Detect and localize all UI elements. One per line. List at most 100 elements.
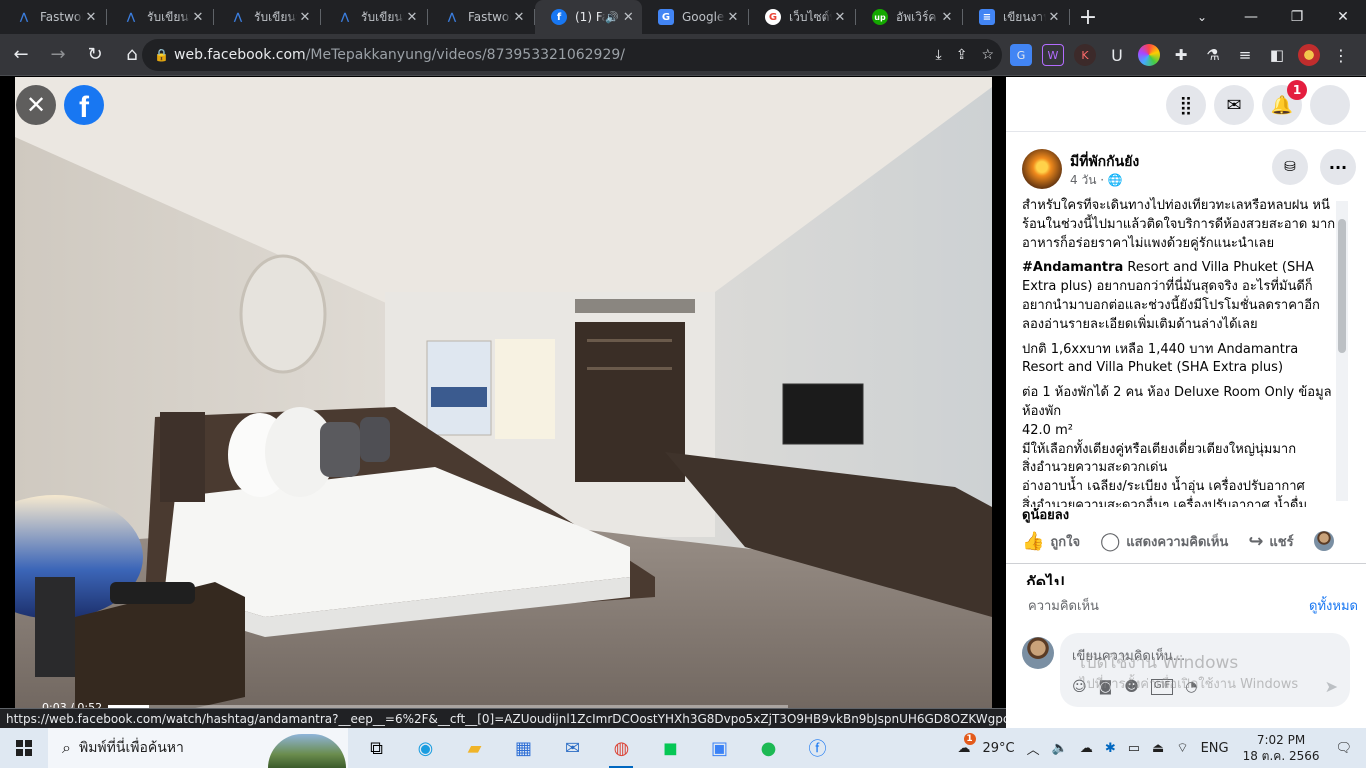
tab-google-translate[interactable]: G Google แปลภาษา ✕: [642, 0, 749, 34]
post-scrollbar[interactable]: [1336, 201, 1348, 501]
onedrive-icon[interactable]: ☁: [1080, 741, 1093, 756]
address-bar[interactable]: 🔒 web.facebook.com/MeTepakkanyung/videos…: [142, 39, 1002, 71]
see-less-link[interactable]: ดูน้อยลง: [1022, 504, 1069, 525]
tab-search-chevron-icon[interactable]: ⌄: [1186, 0, 1218, 34]
color-picker-icon[interactable]: [1138, 44, 1160, 66]
line-icon[interactable]: ◼: [646, 728, 695, 768]
lock-icon[interactable]: 🔒: [154, 48, 174, 62]
tab-google[interactable]: G เว็บไซต์ที่ดี ✕: [749, 0, 856, 34]
volume-icon[interactable]: 🔈: [1052, 741, 1068, 756]
close-tab-icon[interactable]: ✕: [1046, 10, 1062, 25]
new-tab-button[interactable]: +: [1070, 0, 1106, 34]
language-indicator[interactable]: ENG: [1201, 741, 1229, 756]
close-window-icon[interactable]: ✕: [1320, 0, 1366, 34]
forward-arrow-icon[interactable]: →: [42, 39, 74, 71]
reload-icon[interactable]: ↻: [79, 39, 111, 71]
avatar-sticker-icon[interactable]: ☺: [1072, 679, 1087, 695]
file-explorer-icon[interactable]: ▰: [450, 728, 499, 768]
install-app-icon[interactable]: ⤓: [936, 47, 942, 63]
menu-grid-icon[interactable]: ⣿: [1166, 85, 1206, 125]
share-as-avatar[interactable]: [1313, 531, 1334, 551]
profile-avatar-icon[interactable]: [1298, 44, 1320, 66]
close-tab-icon[interactable]: ✕: [83, 10, 99, 25]
post-paragraph: มีให้เลือกทั้งเตียงคู่หรือเตียงเดี่ยวเตี…: [1022, 441, 1297, 457]
battery-icon[interactable]: ▭: [1128, 741, 1140, 756]
restore-icon[interactable]: ❐: [1274, 0, 1320, 34]
comment-button[interactable]: ◯ แสดงความคิดเห็น: [1100, 531, 1228, 552]
media-control-icon[interactable]: ≡: [1234, 44, 1256, 66]
close-tab-icon[interactable]: ✕: [404, 10, 420, 25]
scrollbar-thumb[interactable]: [1338, 219, 1346, 353]
more-options-button[interactable]: ···: [1320, 149, 1356, 185]
side-panel-icon[interactable]: ◧: [1266, 44, 1288, 66]
start-button[interactable]: [0, 728, 48, 768]
screen-recorder-icon[interactable]: ▣: [695, 728, 744, 768]
taskbar-search-box[interactable]: ⌕ พิมพ์ที่นี่เพื่อค้นหา: [48, 728, 348, 768]
bookmark-star-icon[interactable]: ☆: [981, 47, 994, 63]
extension-u-icon[interactable]: U: [1106, 44, 1128, 66]
bluetooth-icon[interactable]: ✱: [1105, 741, 1116, 756]
task-view-icon[interactable]: ⧉: [352, 728, 401, 768]
mail-icon[interactable]: ✉: [548, 728, 597, 768]
tab-upwork[interactable]: up อัพเวิร์ค ✕: [856, 0, 963, 34]
extension-purple-icon[interactable]: W: [1042, 44, 1064, 66]
tab-writer-3[interactable]: ⋀ รับเขียนบทความ ✕: [321, 0, 428, 34]
temperature[interactable]: 29°C: [983, 741, 1015, 756]
extensions-puzzle-icon[interactable]: ✚: [1170, 44, 1192, 66]
tab-facebook[interactable]: f (1) Facebook 🔊 ✕: [535, 0, 642, 34]
minimize-icon[interactable]: —: [1228, 0, 1274, 34]
hashtag-link[interactable]: #Andamantra: [1022, 260, 1123, 275]
edge-icon[interactable]: ◉: [401, 728, 450, 768]
close-video-button[interactable]: ✕: [16, 85, 56, 125]
page-avatar[interactable]: [1022, 149, 1062, 189]
share-button[interactable]: ↪ แชร์: [1248, 531, 1293, 552]
facebook-app-icon[interactable]: ⓕ: [793, 728, 842, 768]
facebook-logo-icon[interactable]: f: [64, 85, 104, 125]
commenter-avatar[interactable]: [1022, 637, 1054, 669]
extension-k-icon[interactable]: K: [1074, 44, 1096, 66]
like-button[interactable]: 👍 ถูกใจ: [1022, 531, 1080, 552]
gif-icon[interactable]: GIF: [1150, 679, 1174, 695]
view-all-comments-link[interactable]: ดูทั้งหมด: [1309, 595, 1358, 616]
tab-fastwork-2[interactable]: ⋀ Fastwork ✕: [428, 0, 535, 34]
close-tab-icon[interactable]: ✕: [190, 10, 206, 25]
comment-composer: เขียนความคิดเห็น... ☺ ◙ ☻ GIF ◔ ➤: [1022, 633, 1352, 709]
video-player[interactable]: [15, 77, 992, 728]
tab-writer-1[interactable]: ⋀ รับเขียนบทความ ✕: [107, 0, 214, 34]
messenger-icon[interactable]: ✉: [1214, 85, 1254, 125]
close-tab-icon[interactable]: ✕: [725, 10, 741, 25]
page-name[interactable]: มีที่พักกันยัง: [1070, 151, 1139, 173]
microsoft-store-icon[interactable]: ▦: [499, 728, 548, 768]
save-post-button[interactable]: ⛁: [1272, 149, 1308, 185]
weather-icon[interactable]: ☁ 1: [958, 732, 976, 756]
notification-center-icon[interactable]: 🗨: [1335, 741, 1352, 756]
lab-flask-icon[interactable]: ⚗: [1202, 44, 1224, 66]
emoji-icon[interactable]: ☻: [1124, 679, 1139, 695]
back-arrow-icon[interactable]: ←: [5, 39, 37, 71]
camera-icon[interactable]: ◙: [1099, 679, 1113, 695]
wifi-icon[interactable]: ⌔: [1176, 740, 1188, 756]
tab-writer-2[interactable]: ⋀ รับเขียนบทความ ✕: [214, 0, 321, 34]
comment-input[interactable]: เขียนความคิดเห็น... ☺ ◙ ☻ GIF ◔ ➤: [1060, 633, 1350, 707]
close-tab-icon[interactable]: ✕: [297, 10, 313, 25]
account-avatar[interactable]: [1310, 85, 1350, 125]
close-tab-icon[interactable]: ✕: [511, 10, 527, 25]
clock[interactable]: 7:02 PM 18 ต.ค. 2566: [1243, 732, 1320, 764]
post-timestamp[interactable]: 4 วัน · 🌐: [1070, 171, 1123, 190]
translate-extension-icon[interactable]: G: [1010, 44, 1032, 66]
speaker-icon[interactable]: 🔊: [605, 11, 619, 24]
show-hidden-icons-chevron-icon[interactable]: ︿: [1027, 739, 1040, 758]
chrome-icon[interactable]: ◍: [597, 728, 646, 768]
tab-docs[interactable]: ≡ เขียนงาน ✕: [963, 0, 1070, 34]
extensions-bar: G W K U ✚ ⚗ ≡ ◧ ⋮: [1010, 39, 1352, 71]
send-icon[interactable]: ➤: [1325, 677, 1338, 696]
close-tab-icon[interactable]: ✕: [939, 10, 955, 25]
close-tab-icon[interactable]: ✕: [832, 10, 848, 25]
spotify-icon[interactable]: ●: [744, 728, 793, 768]
sticker-icon[interactable]: ◔: [1185, 679, 1197, 695]
close-tab-icon[interactable]: ✕: [623, 10, 634, 25]
share-icon[interactable]: ⇪: [956, 47, 968, 63]
browser-menu-icon[interactable]: ⋮: [1330, 44, 1352, 66]
tab-fastwork-1[interactable]: ⋀ Fastwork ✕: [0, 0, 107, 34]
usb-icon[interactable]: ⏏: [1152, 741, 1164, 756]
